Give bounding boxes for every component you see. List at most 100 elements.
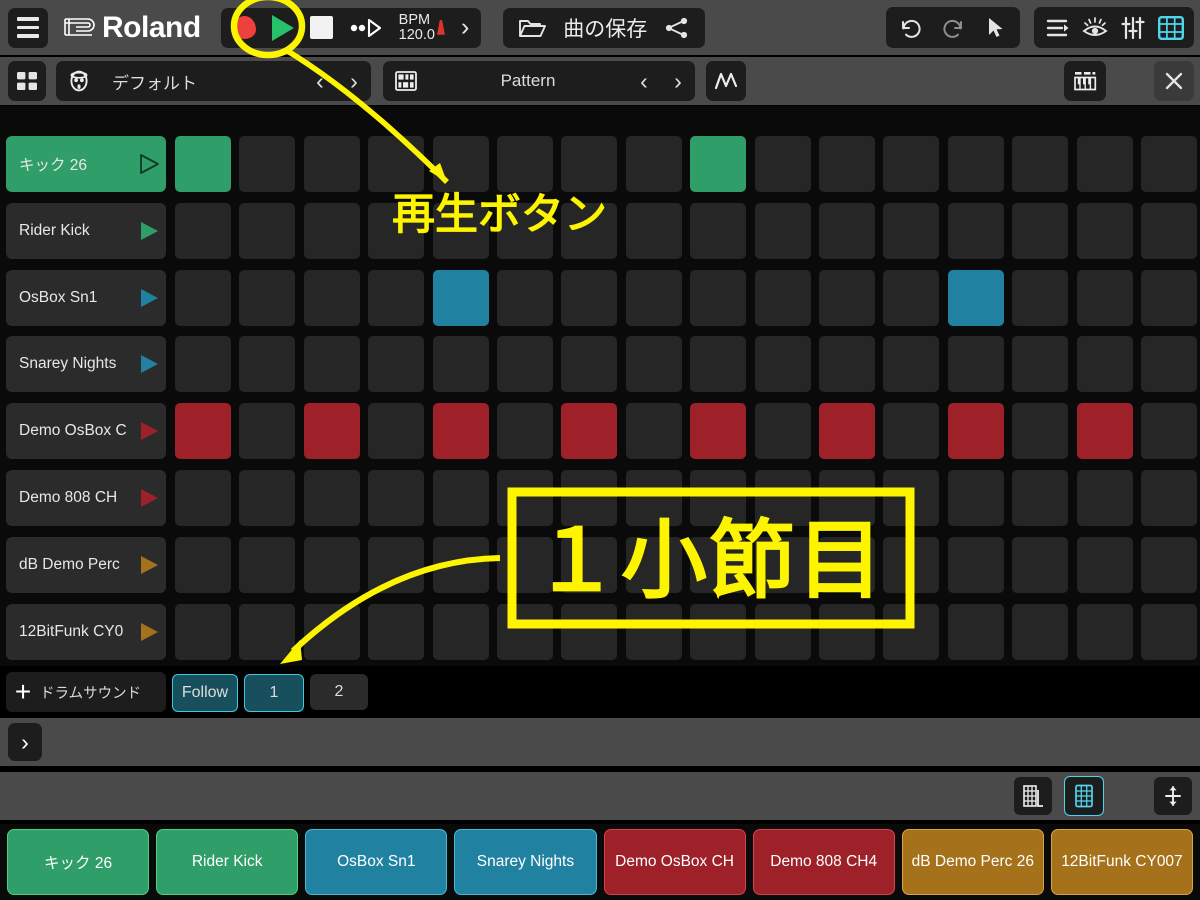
step-cell-r4-c12[interactable] (883, 336, 940, 393)
skip-forward-icon[interactable] (349, 18, 383, 37)
play-icon[interactable] (271, 14, 294, 41)
follow-toggle[interactable]: Follow (172, 674, 238, 712)
step-cell-r5-c13[interactable] (947, 403, 1004, 460)
step-cell-r1-c12[interactable] (883, 136, 940, 192)
step-cell-r4-c7[interactable] (561, 336, 618, 393)
step-cell-r4-c16[interactable] (1141, 336, 1197, 393)
step-cell-r8-c7[interactable] (561, 603, 618, 660)
step-cell-r3-c4[interactable] (368, 269, 425, 326)
step-cell-r4-c14[interactable] (1012, 336, 1069, 393)
pattern-prev-button[interactable]: ‹ (627, 68, 661, 95)
step-cell-r4-c10[interactable] (754, 336, 811, 393)
step-cell-r8-c12[interactable] (883, 603, 940, 660)
step-cell-r3-c2[interactable] (239, 269, 296, 326)
pad-6[interactable]: Demo 808 CH4 (752, 829, 895, 895)
step-cell-r2-c10[interactable] (754, 202, 811, 259)
redo-icon[interactable] (936, 11, 970, 45)
track-preview-play-icon[interactable] (132, 487, 166, 509)
step-cell-r5-c11[interactable] (819, 403, 875, 460)
step-cell-r3-c15[interactable] (1076, 269, 1133, 326)
track-preview-play-icon[interactable] (132, 287, 166, 309)
step-cell-r6-c10[interactable] (754, 470, 811, 526)
step-cell-r3-c3[interactable] (303, 269, 360, 326)
step-cell-r5-c8[interactable] (625, 403, 682, 460)
track-preview-play-icon[interactable] (132, 621, 166, 643)
step-cell-r6-c9[interactable] (690, 470, 747, 526)
step-cell-r7-c3[interactable] (303, 536, 360, 593)
step-cell-r8-c2[interactable] (239, 603, 296, 660)
step-cell-r6-c2[interactable] (239, 470, 296, 526)
pad-3[interactable]: OsBox Sn1 (305, 829, 448, 895)
pad-4[interactable]: Snarey Nights (454, 829, 597, 895)
step-cell-r8-c11[interactable] (819, 603, 875, 660)
step-cell-r5-c10[interactable] (754, 403, 811, 460)
step-cell-r6-c7[interactable] (561, 470, 618, 526)
step-cell-r5-c15[interactable] (1076, 403, 1133, 460)
keyboard-icon[interactable] (1064, 61, 1106, 101)
metronome-icon[interactable] (436, 19, 445, 35)
track-header-8[interactable]: 12BitFunk CY0 (6, 603, 166, 660)
step-cell-r8-c8[interactable] (625, 603, 682, 660)
step-cell-r8-c6[interactable] (497, 603, 553, 660)
step-cell-r2-c3[interactable] (303, 202, 360, 259)
step-cell-r5-c14[interactable] (1012, 403, 1069, 460)
step-cell-r3-c5[interactable] (432, 269, 489, 326)
track-header-2[interactable]: Rider Kick (6, 202, 166, 259)
step-cell-r2-c6[interactable] (497, 202, 553, 259)
share-icon[interactable] (663, 17, 691, 39)
step-cell-r6-c4[interactable] (368, 470, 425, 526)
step-cell-r4-c11[interactable] (819, 336, 875, 393)
step-cell-r1-c4[interactable] (368, 136, 425, 192)
step-cell-r6-c6[interactable] (497, 470, 553, 526)
step-cell-r2-c2[interactable] (239, 202, 296, 259)
step-cell-r1-c11[interactable] (819, 136, 875, 192)
kit-next-button[interactable]: › (337, 68, 371, 95)
step-cell-r1-c7[interactable] (561, 136, 618, 192)
step-cell-r6-c5[interactable] (432, 470, 489, 526)
track-header-7[interactable]: dB Demo Perc (6, 536, 166, 593)
mixer-channel-icon[interactable] (1014, 777, 1052, 815)
step-cell-r1-c16[interactable] (1141, 136, 1197, 192)
step-cell-r7-c11[interactable] (819, 536, 875, 593)
step-cell-r4-c6[interactable] (497, 336, 553, 393)
track-preview-play-icon[interactable] (132, 220, 166, 242)
step-cell-r5-c6[interactable] (497, 403, 553, 460)
step-cell-r4-c5[interactable] (432, 336, 489, 393)
track-header-5[interactable]: Demo OsBox C (6, 403, 166, 460)
page-button-2[interactable]: 2 (310, 674, 368, 710)
step-cell-r4-c4[interactable] (368, 336, 425, 393)
step-cell-r6-c12[interactable] (883, 470, 940, 526)
step-cell-r7-c8[interactable] (625, 536, 682, 593)
step-cell-r3-c1[interactable] (175, 269, 231, 326)
step-cell-r8-c3[interactable] (303, 603, 360, 660)
save-song-label[interactable]: 曲の保存 (563, 13, 647, 43)
step-cell-r2-c16[interactable] (1141, 202, 1197, 259)
step-cell-r1-c13[interactable] (947, 136, 1004, 192)
apps-grid-icon[interactable] (8, 61, 46, 101)
step-cell-r3-c8[interactable] (625, 269, 682, 326)
pad-grid-icon[interactable] (1064, 776, 1104, 816)
step-cell-r1-c1[interactable] (175, 136, 231, 192)
pad-8[interactable]: 12BitFunk CY007 (1050, 829, 1193, 895)
step-cell-r3-c6[interactable] (497, 269, 553, 326)
step-cell-r1-c2[interactable] (239, 136, 296, 192)
pointer-icon[interactable] (978, 11, 1012, 45)
step-cell-r5-c7[interactable] (561, 403, 618, 460)
step-cell-r6-c15[interactable] (1076, 470, 1133, 526)
step-cell-r2-c11[interactable] (819, 202, 875, 259)
close-icon[interactable] (1154, 61, 1194, 101)
step-cell-r4-c2[interactable] (239, 336, 296, 393)
step-cell-r5-c4[interactable] (368, 403, 425, 460)
bpm-display[interactable]: BPM 120.0 (399, 12, 445, 43)
step-cell-r1-c5[interactable] (432, 136, 489, 192)
list-align-icon[interactable] (1040, 11, 1074, 45)
step-cell-r4-c13[interactable] (947, 336, 1004, 393)
step-cell-r2-c13[interactable] (947, 202, 1004, 259)
step-cell-r3-c7[interactable] (561, 269, 618, 326)
expand-strip-button[interactable]: › (8, 723, 42, 761)
step-cell-r6-c11[interactable] (819, 470, 875, 526)
step-cell-r3-c13[interactable] (947, 269, 1004, 326)
step-cell-r6-c3[interactable] (303, 470, 360, 526)
step-cell-r7-c14[interactable] (1012, 536, 1069, 593)
step-cell-r7-c7[interactable] (561, 536, 618, 593)
